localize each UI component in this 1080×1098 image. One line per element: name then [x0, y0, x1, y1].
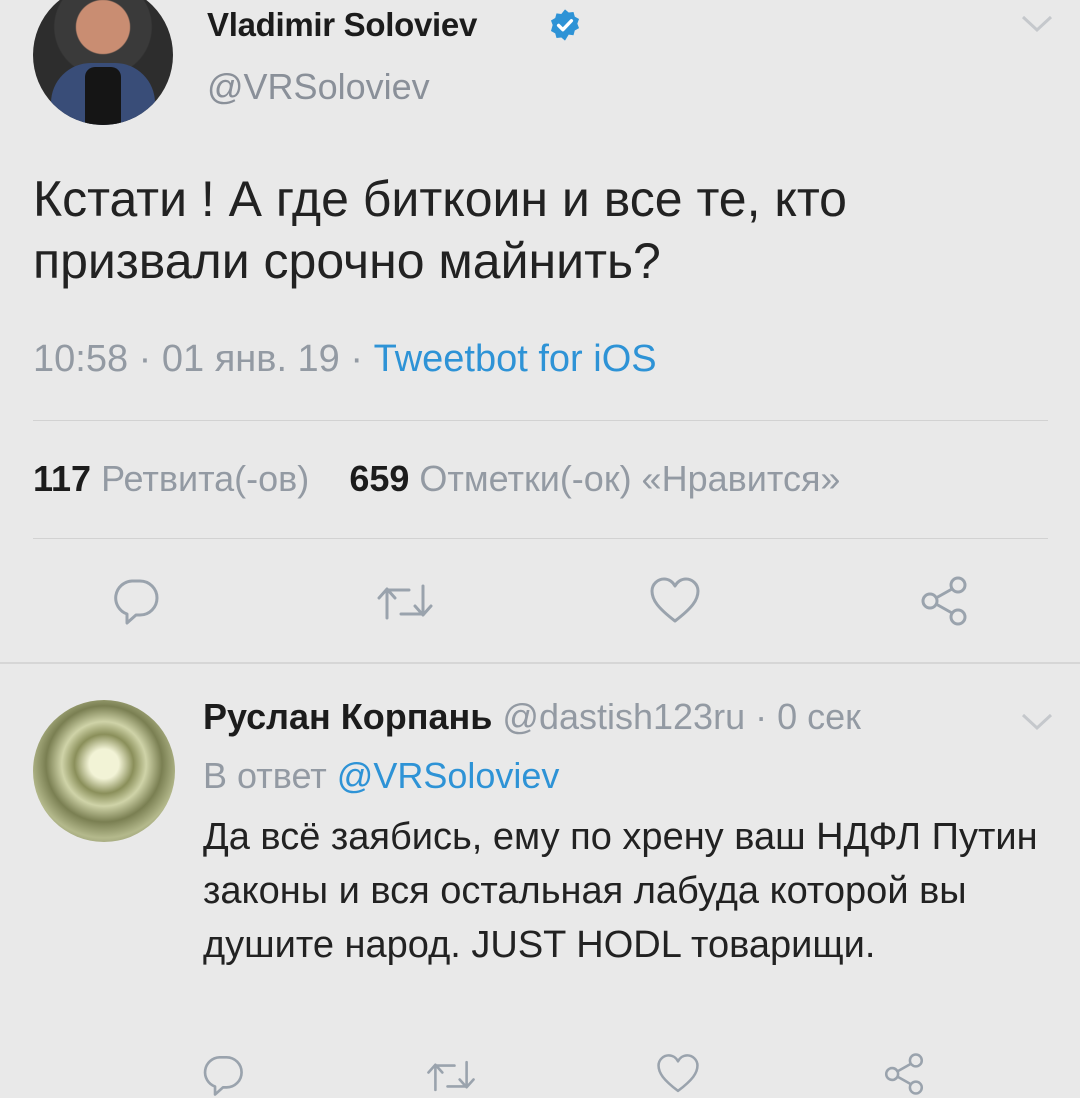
- author-name[interactable]: Vladimir Soloviev: [207, 6, 477, 44]
- share-icon[interactable]: [918, 575, 970, 627]
- tweet-separator: [0, 662, 1080, 664]
- retweet-icon[interactable]: [375, 578, 435, 626]
- like-count[interactable]: 659: [349, 458, 409, 499]
- share-icon[interactable]: [882, 1052, 926, 1096]
- like-label[interactable]: Отметки(-ок) «Нравится»: [419, 458, 840, 499]
- divider: [33, 538, 1048, 539]
- retweet-label[interactable]: Ретвита(-ов): [101, 458, 309, 499]
- tweet-timestamp: 10:58 · 01 янв. 19 ·: [33, 338, 374, 380]
- retweet-icon[interactable]: [425, 1055, 477, 1097]
- reply-author-avatar[interactable]: [33, 700, 175, 842]
- reply-icon[interactable]: [110, 575, 162, 627]
- reply-icon[interactable]: [200, 1052, 246, 1098]
- like-icon[interactable]: [648, 575, 702, 627]
- like-icon[interactable]: [655, 1052, 701, 1096]
- chevron-down-icon[interactable]: [1020, 712, 1054, 732]
- author-handle[interactable]: @VRSoloviev: [207, 66, 430, 108]
- reply-prefix: В ответ: [203, 755, 337, 796]
- chevron-down-icon[interactable]: [1020, 14, 1054, 34]
- tweet-meta: 10:58 · 01 янв. 19 · Tweetbot for iOS: [33, 338, 657, 381]
- engagement-counts: 117 Ретвита(-ов) 659 Отметки(-ок) «Нрави…: [33, 458, 840, 500]
- reply-target-link[interactable]: @VRSoloviev: [337, 755, 560, 796]
- verified-badge-icon: [550, 9, 580, 41]
- tweet-text: Кстати ! А где биткоин и все те, кто при…: [33, 171, 847, 289]
- retweet-count[interactable]: 117: [33, 458, 91, 499]
- author-avatar[interactable]: [33, 0, 173, 125]
- reply-context: В ответ @VRSoloviev: [203, 755, 559, 797]
- reply-author-name[interactable]: Руслан Корпань: [203, 696, 492, 737]
- reply-author-meta[interactable]: @dastish123ru · 0 сек: [502, 696, 860, 737]
- tweet-source-link[interactable]: Tweetbot for iOS: [374, 338, 657, 380]
- reply-text: Да всё заябись, ему по хрену ваш НДФЛ Пу…: [203, 816, 1038, 966]
- reply-header: Руслан Корпань @dastish123ru · 0 сек: [203, 696, 861, 738]
- divider: [33, 420, 1048, 421]
